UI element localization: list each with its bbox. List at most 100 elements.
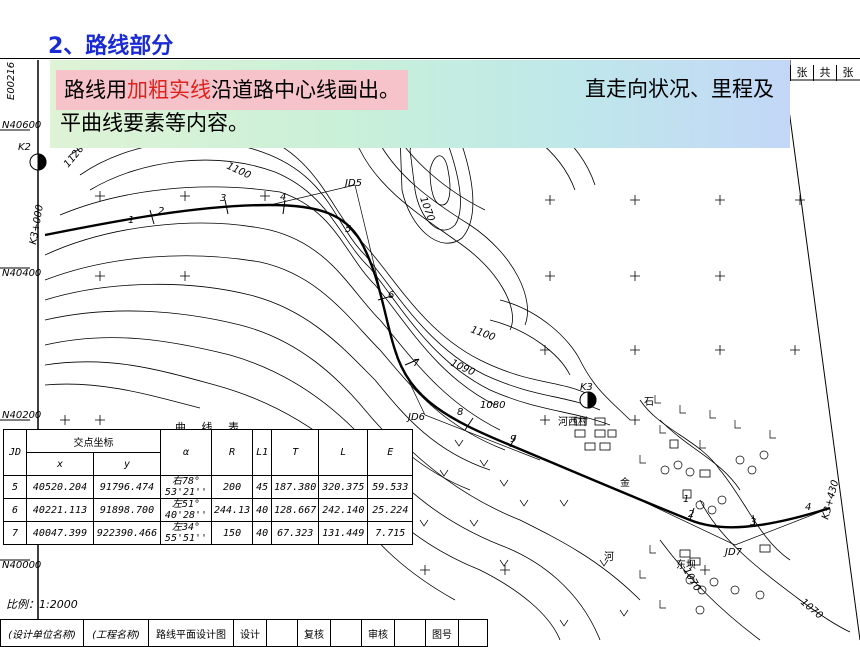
col-header-jd: JD [3, 429, 27, 476]
grid-label-n40000: N40000 [2, 560, 41, 571]
cell-r: 244.13 [210, 498, 254, 522]
grid-label-e: E00216 [6, 62, 17, 100]
river-label: 石 [644, 397, 654, 408]
cell-y: 91898.700 [93, 498, 161, 522]
cell-l: 320.375 [318, 475, 369, 499]
station-tick: 7 [413, 358, 420, 369]
tb-check: 复核 [297, 619, 331, 647]
curve-table: JD 交点坐标 α R L1 T L E x y 5 40520.204 917… [3, 429, 414, 545]
tb-review-sign [394, 619, 426, 647]
cell-l: 131.449 [318, 521, 369, 545]
table-row: 7 40047.399 922390.466 左34° 55'51'' 150 4… [3, 521, 414, 545]
station-tick: 2 [158, 206, 164, 217]
cell-e: 25.224 [367, 498, 414, 522]
col-header-y: y [93, 452, 161, 476]
cell-y: 922390.466 [93, 521, 161, 545]
cell-alpha: 左51° 40'28'' [160, 498, 212, 522]
tb-design-unit: (设计单位名称) [0, 619, 84, 647]
village-label: 河西村 [558, 415, 588, 428]
table-row: 5 40520.204 91796.474 右78° 53'21'' 200 45… [3, 475, 414, 499]
tb-review: 审核 [361, 619, 395, 647]
tb-design: 设计 [233, 619, 267, 647]
cell-x: 40047.399 [26, 521, 94, 545]
slide-title: 2、路线部分 [48, 34, 174, 59]
station-tick: 5 [345, 224, 351, 235]
callout-head-suffix: 沿道路中心线画出。 [211, 78, 400, 102]
callout-highlight-box: 路线用加粗实线沿道路中心线画出。 [56, 70, 408, 110]
cell-r: 200 [210, 475, 254, 499]
title-block: (设计单位名称) (工程名称) 路线平面设计图 设计 复核 审核 图号 [0, 619, 488, 647]
sheet-label: 张 [836, 65, 859, 81]
cell-e: 59.533 [367, 475, 414, 499]
sheet-counter: 张共张 [790, 65, 859, 81]
station-tick: 1 [128, 215, 134, 226]
cell-y: 91796.474 [93, 475, 161, 499]
callout-head-prefix: 路线用 [64, 78, 127, 102]
col-header-r: R [210, 429, 254, 476]
alpha-dir: 右78° [171, 476, 201, 487]
col-header-coord: 交点坐标 [26, 429, 161, 453]
cell-x: 40221.113 [26, 498, 94, 522]
jd6-label: JD6 [406, 412, 425, 423]
cell-l: 242.140 [318, 498, 369, 522]
cell-t: 187.380 [271, 475, 320, 499]
station-tick: 8 [457, 407, 463, 418]
sheet-label: 共 [813, 65, 836, 81]
marker-k3: K3 [580, 382, 593, 393]
cell-t: 128.667 [271, 498, 320, 522]
cell-alpha: 右78° 53'21'' [160, 475, 212, 499]
station-tick: 3 [220, 193, 226, 204]
village-label-2: 东坝 [676, 558, 696, 571]
station-tick: 3 [750, 517, 756, 528]
cell-t: 67.323 [271, 521, 320, 545]
cell-x: 40520.204 [26, 475, 94, 499]
tb-design-sign [266, 619, 298, 647]
grid-label-n40600: N40600 [2, 120, 41, 131]
tb-drawing-name: 路线平面设计图 [148, 619, 234, 647]
station-tick: 1 [683, 494, 689, 505]
cell-r: 150 [210, 521, 254, 545]
sheet-label: 张 [790, 65, 813, 81]
alpha-val: 55'51'' [164, 533, 208, 544]
col-header-t: T [271, 429, 320, 476]
station-tick: 2 [688, 509, 694, 520]
col-header-alpha: α [160, 429, 212, 476]
tb-drawing-no-value [458, 619, 488, 647]
alpha-val: 53'21'' [164, 487, 208, 498]
contour-label: 1080 [480, 400, 505, 411]
marker-k2: K2 [18, 142, 31, 153]
callout-bold-line-term: 加粗实线 [127, 78, 211, 102]
cell-e: 7.715 [367, 521, 414, 545]
tb-check-sign [330, 619, 362, 647]
cell-jd: 7 [3, 521, 27, 545]
station-tick: 4 [280, 192, 286, 203]
station-tick: 4 [805, 502, 811, 513]
cell-l1: 45 [252, 475, 273, 499]
callout-line1-tail: 直走向状况、里程及 [585, 77, 774, 101]
jd7-label: JD7 [723, 547, 743, 558]
cell-jd: 6 [3, 498, 27, 522]
river-label: 河 [604, 551, 614, 563]
col-header-x: x [26, 452, 94, 476]
alpha-dir: 左34° [171, 522, 201, 533]
jd5-label: JD5 [343, 178, 362, 189]
cell-jd: 5 [3, 475, 27, 499]
col-header-l: L [318, 429, 369, 476]
col-header-l1: L1 [252, 429, 273, 476]
tb-project-name: (工程名称) [83, 619, 149, 647]
alpha-val: 40'28'' [164, 510, 208, 521]
cell-l1: 40 [252, 521, 273, 545]
station-tick: 6 [388, 290, 394, 301]
alpha-dir: 左51° [171, 499, 201, 510]
callout-line2: 平曲线要素等内容。 [60, 111, 249, 135]
grid-label-n40400: N40400 [2, 268, 41, 279]
cell-l1: 40 [252, 498, 273, 522]
scale-label: 比例：1:2000 [6, 598, 78, 611]
col-header-e: E [367, 429, 414, 476]
river-label: 金 [620, 476, 630, 489]
table-row: 6 40221.113 91898.700 左51° 40'28'' 244.13… [3, 498, 414, 522]
grid-label-n40200: N40200 [2, 410, 41, 421]
cell-alpha: 左34° 55'51'' [160, 521, 212, 545]
tb-drawing-no: 图号 [425, 619, 459, 647]
station-tick: 9 [510, 434, 516, 445]
